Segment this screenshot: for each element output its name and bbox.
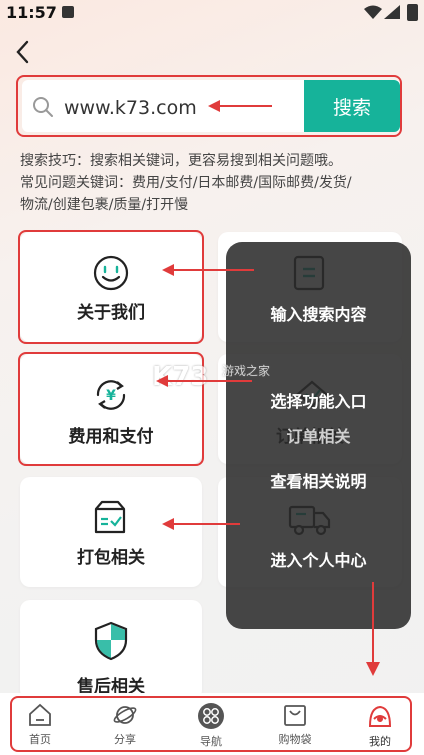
- watermark-text: 游戏之家: [222, 364, 271, 378]
- tutorial-step-1: 输入搜索内容: [270, 305, 367, 324]
- back-arrow-icon[interactable]: [12, 38, 34, 66]
- card-label: 费用和支付: [68, 427, 154, 447]
- annotation-frame-bottom-nav: [10, 696, 412, 752]
- status-bar: 11:57: [0, 0, 424, 26]
- signal-icon: [384, 5, 400, 19]
- battery-icon: [407, 4, 418, 21]
- tips-line: 物流/创建包裹/质量/打开慢: [20, 197, 189, 213]
- tips-line: 常见问题关键词：费用/支付/日本邮费/国际邮费/发货/: [20, 175, 352, 191]
- svg-text:¥: ¥: [106, 388, 116, 404]
- watermark-logo: K73 游戏之家: [152, 362, 271, 392]
- shield-icon: [94, 621, 128, 661]
- tutorial-step-3: 查看相关说明: [270, 472, 367, 491]
- card-after-sale[interactable]: 售后相关: [20, 600, 202, 700]
- smile-icon: [93, 255, 129, 291]
- currency-exchange-icon: ¥: [96, 380, 126, 410]
- status-time: 11:57: [6, 3, 57, 22]
- search-tips: 搜索技巧：搜索相关键词，更容易搜到相关问题哦。 常见问题关键词：费用/支付/日本…: [20, 150, 412, 216]
- package-icon: [94, 500, 126, 534]
- tutorial-step-4: 进入个人中心: [270, 551, 367, 570]
- card-label: 打包相关: [77, 548, 145, 568]
- card-label: 关于我们: [77, 303, 145, 323]
- notification-icon: [62, 6, 74, 18]
- annotation-frame-search: [16, 75, 402, 137]
- card-packing[interactable]: 打包相关: [20, 477, 202, 587]
- wifi-icon: [364, 5, 382, 19]
- card-about-us[interactable]: 关于我们: [20, 232, 202, 342]
- card-label-order-behind: 订单相关: [286, 427, 351, 446]
- tips-line: 搜索技巧：搜索相关键词，更容易搜到相关问题哦。: [20, 153, 342, 169]
